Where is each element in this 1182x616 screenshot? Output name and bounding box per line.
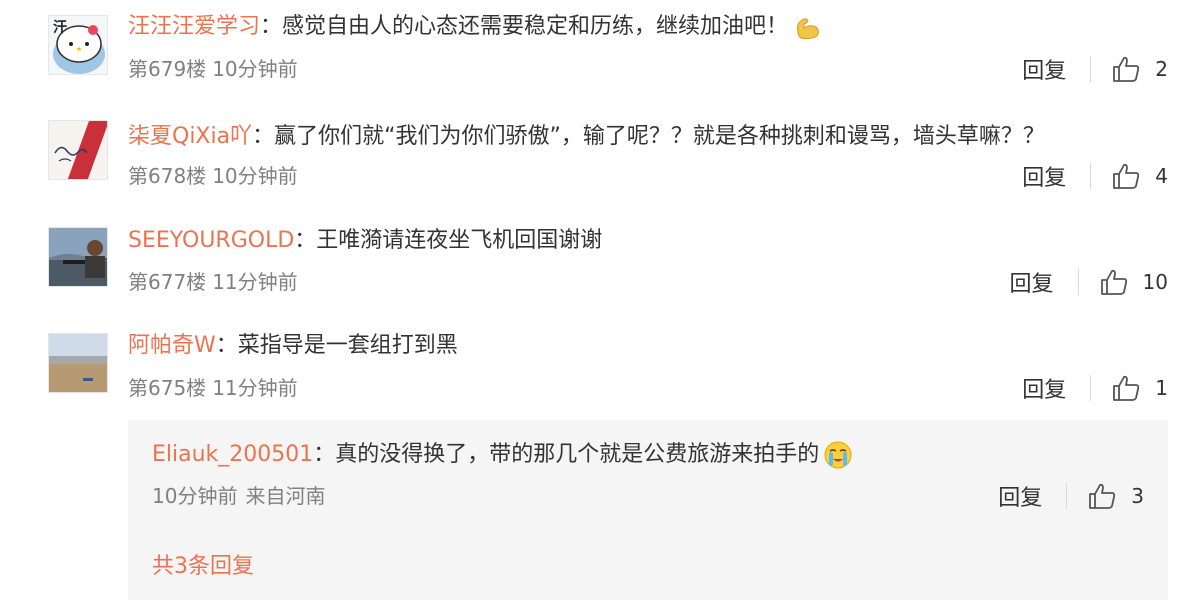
comment-line: SEEYOURGOLD：王唯漪请连夜坐飞机回国谢谢	[128, 226, 602, 256]
sub-reply-actions: 回复 3	[998, 480, 1144, 512]
colon: ：	[252, 124, 275, 149]
timestamp: 10分钟前	[152, 484, 238, 508]
like-button[interactable]: 4	[1111, 161, 1168, 191]
reply-button[interactable]: 回复	[1022, 53, 1066, 85]
more-replies-link[interactable]: 共3条回复	[152, 548, 254, 580]
username-link[interactable]: SEEYOURGOLD	[128, 228, 294, 253]
reply-button[interactable]: 回复	[1022, 160, 1066, 192]
thumbs-up-icon	[1113, 163, 1140, 189]
comment-item: 阿帕奇W：菜指导是一套组打到黑 第675楼 11分钟前 回复 1	[0, 318, 1182, 418]
comment-meta: 第675楼 11分钟前	[128, 374, 304, 402]
reply-button[interactable]: 回复	[1022, 372, 1066, 404]
comment-line: 阿帕奇W：菜指导是一套组打到黑	[128, 331, 458, 361]
reply-text: 真的没得换了，带的那几个就是公费旅游来拍手的	[335, 442, 820, 467]
sub-reply-box: Eliauk_200501：真的没得换了，带的那几个就是公费旅游来拍手的 10分…	[128, 420, 1168, 600]
comment-text: 菜指导是一套组打到黑	[237, 333, 458, 358]
floor-number: 第679楼	[128, 57, 207, 81]
reply-button[interactable]: 回复	[1010, 266, 1054, 298]
comment-actions: 回复 4	[962, 160, 1182, 192]
username-link[interactable]: 汪汪汪爱学习	[128, 14, 260, 39]
divider	[1090, 56, 1092, 82]
username-link[interactable]: 柒夏QiXia吖	[128, 124, 252, 149]
like-count: 1	[1155, 376, 1168, 400]
divider	[1090, 375, 1092, 401]
colon: ：	[313, 442, 336, 467]
floor-number: 第675楼	[128, 376, 207, 400]
svg-text:汗: 汗	[53, 19, 67, 36]
comment-actions: 回复 2	[962, 53, 1182, 85]
floor-number: 第678楼	[128, 164, 207, 188]
comment-meta: 第677楼 11分钟前	[128, 268, 304, 296]
comment-meta: 第678楼 10分钟前	[128, 162, 304, 190]
comment-item: SEEYOURGOLD：王唯漪请连夜坐飞机回国谢谢 第677楼 11分钟前 回复 …	[0, 210, 1182, 315]
comment-actions: 回复 1	[962, 372, 1182, 404]
like-button[interactable]: 3	[1087, 481, 1144, 511]
avatar[interactable]	[48, 120, 108, 180]
comment-text: 感觉自由人的心态还需要稳定和历练，继续加油吧！	[282, 14, 789, 39]
avatar[interactable]	[48, 333, 108, 393]
like-count: 2	[1155, 57, 1168, 81]
like-count: 3	[1131, 484, 1144, 508]
colon: ：	[260, 14, 283, 39]
timestamp: 10分钟前	[212, 164, 298, 188]
comment-text: 赢了你们就“我们为你们骄傲”，输了呢？？就是各种挑刺和谩骂，墙头草嘛？？	[274, 124, 1045, 149]
colon: ：	[215, 333, 238, 358]
divider	[1090, 163, 1092, 189]
comment-line: 汪汪汪爱学习：感觉自由人的心态还需要稳定和历练，继续加油吧！	[128, 12, 822, 42]
timestamp: 11分钟前	[212, 270, 298, 294]
timestamp: 10分钟前	[212, 57, 298, 81]
sub-reply-line: Eliauk_200501：真的没得换了，带的那几个就是公费旅游来拍手的	[152, 440, 853, 470]
like-button[interactable]: 2	[1111, 54, 1168, 84]
thumbs-up-icon	[1113, 56, 1140, 82]
divider	[1077, 269, 1079, 295]
sub-reply-meta: 10分钟前 来自河南	[152, 482, 325, 510]
colon: ：	[294, 228, 317, 253]
thumbs-up-icon	[1100, 269, 1127, 295]
username-link[interactable]: 阿帕奇W	[128, 333, 216, 358]
like-count: 4	[1155, 164, 1168, 188]
like-count: 10	[1142, 270, 1168, 294]
divider	[1066, 483, 1068, 509]
avatar[interactable]: 汗	[48, 15, 108, 75]
thumbs-up-icon	[1113, 375, 1140, 401]
like-button[interactable]: 10	[1099, 267, 1168, 297]
avatar[interactable]	[48, 227, 108, 287]
like-button[interactable]: 1	[1111, 373, 1168, 403]
comment-item: 汗 汪汪汪爱学习：感觉自由人的心态还需要稳定和历练，继续加油吧！ 第679楼 10…	[0, 0, 1182, 105]
timestamp: 11分钟前	[212, 376, 298, 400]
comment-line: 柒夏QiXia吖：赢了你们就“我们为你们骄傲”，输了呢？？就是各种挑刺和谩骂，墙…	[128, 122, 1045, 152]
crying-face-icon	[824, 441, 852, 469]
comment-meta: 第679楼 10分钟前	[128, 55, 304, 83]
username-link[interactable]: Eliauk_200501	[152, 442, 313, 467]
comment-actions: 回复 10	[962, 266, 1182, 298]
comment-text: 王唯漪请连夜坐飞机回国谢谢	[316, 228, 603, 253]
comment-item: 柒夏QiXia吖：赢了你们就“我们为你们骄傲”，输了呢？？就是各种挑刺和谩骂，墙…	[0, 105, 1182, 210]
reply-button[interactable]: 回复	[998, 480, 1042, 512]
location: 来自河南	[245, 484, 326, 508]
flexed-biceps-icon	[797, 18, 819, 40]
floor-number: 第677楼	[128, 270, 207, 294]
thumbs-up-icon	[1089, 483, 1116, 509]
